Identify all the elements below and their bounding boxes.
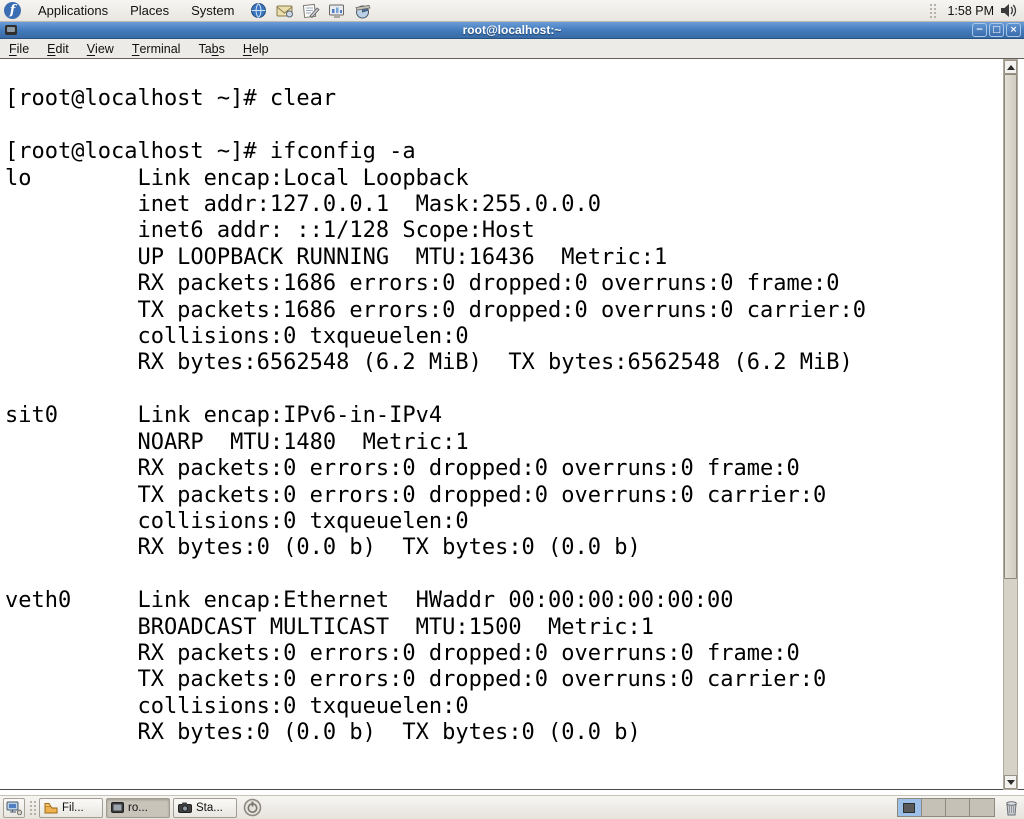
- panel-launchers: [249, 2, 373, 20]
- menu-help[interactable]: Help: [234, 39, 278, 58]
- web-browser-icon[interactable]: [249, 2, 269, 20]
- menu-places[interactable]: Places: [119, 0, 180, 22]
- presentation-icon[interactable]: [327, 2, 347, 20]
- workspace-3[interactable]: [946, 799, 970, 816]
- workspace-switcher: [897, 798, 995, 817]
- window-controls: − □ ×: [972, 23, 1021, 37]
- folder-icon: [44, 802, 58, 814]
- menu-mnemonic: E: [47, 42, 55, 56]
- spreadsheet-icon[interactable]: [353, 2, 373, 20]
- menu-mnemonic: T: [132, 42, 140, 56]
- menu-mnemonic: V: [87, 42, 95, 56]
- top-panel: f Applications Places System: [0, 0, 1024, 22]
- desktop-icon: [6, 801, 22, 815]
- menu-label: erminal: [139, 42, 180, 56]
- window-title: root@localhost:~: [0, 23, 1024, 37]
- menu-file[interactable]: File: [0, 39, 38, 58]
- terminal-icon: [111, 802, 124, 813]
- workspace-4[interactable]: [970, 799, 994, 816]
- tasklist-drag-handle[interactable]: [28, 799, 36, 817]
- menu-mnemonic: b: [212, 42, 219, 56]
- terminal-menubar: File Edit View Terminal Tabs Help: [0, 39, 1024, 59]
- menu-label: elp: [252, 42, 269, 56]
- menu-view[interactable]: View: [78, 39, 123, 58]
- close-button[interactable]: ×: [1006, 23, 1021, 37]
- trash-icon[interactable]: [1004, 799, 1019, 816]
- menu-edit[interactable]: Edit: [38, 39, 78, 58]
- terminal-window-body: [root@localhost ~]# clear [root@localhos…: [0, 59, 1024, 790]
- show-desktop-button[interactable]: [3, 798, 25, 818]
- terminal-scrollbar[interactable]: [1003, 59, 1018, 790]
- menu-applications[interactable]: Applications: [27, 0, 119, 22]
- minimize-button[interactable]: −: [972, 23, 987, 37]
- terminal-output: [root@localhost ~]# clear [root@localhos…: [0, 59, 1000, 747]
- task-label: ro...: [128, 802, 148, 814]
- clock-applet[interactable]: 1:58 PM: [941, 4, 1000, 18]
- menu-label: dit: [56, 42, 69, 56]
- power-icon[interactable]: [243, 798, 262, 817]
- menu-system[interactable]: System: [180, 0, 245, 22]
- menu-label: iew: [95, 42, 114, 56]
- maximize-button[interactable]: □: [989, 23, 1004, 37]
- distro-logo-icon[interactable]: f: [4, 2, 21, 19]
- terminal-screen[interactable]: [root@localhost ~]# clear [root@localhos…: [0, 59, 1000, 789]
- arrow-up-icon: [1007, 65, 1015, 70]
- menu-terminal[interactable]: Terminal: [123, 39, 190, 58]
- menu-tabs[interactable]: Tabs: [189, 39, 233, 58]
- menu-label: s: [219, 42, 225, 56]
- task-button-file-browser[interactable]: Fil...: [39, 798, 103, 818]
- volume-speaker-icon[interactable]: [1000, 3, 1018, 18]
- task-label: Fil...: [62, 802, 84, 814]
- menu-label: ile: [17, 42, 30, 56]
- camera-icon: [178, 802, 192, 813]
- scroll-up-button[interactable]: [1004, 60, 1017, 74]
- menu-mnemonic: H: [243, 42, 252, 56]
- applet-drag-handle[interactable]: [928, 2, 937, 20]
- window-titlebar[interactable]: root@localhost:~ − □ ×: [0, 22, 1024, 39]
- menu-label: Ta: [198, 42, 211, 56]
- email-client-icon[interactable]: [275, 2, 295, 20]
- task-button-terminal[interactable]: ro...: [106, 798, 170, 818]
- menu-mnemonic: F: [9, 42, 17, 56]
- task-button-screenshot[interactable]: Sta...: [173, 798, 237, 818]
- arrow-down-icon: [1007, 780, 1015, 785]
- scroll-down-button[interactable]: [1004, 775, 1017, 789]
- task-label: Sta...: [196, 802, 223, 814]
- workspace-1[interactable]: [898, 799, 922, 816]
- bottom-taskbar: Fil... ro... Sta...: [0, 795, 1024, 819]
- word-processor-icon[interactable]: [301, 2, 321, 20]
- scrollbar-thumb[interactable]: [1004, 74, 1017, 579]
- workspace-2[interactable]: [922, 799, 946, 816]
